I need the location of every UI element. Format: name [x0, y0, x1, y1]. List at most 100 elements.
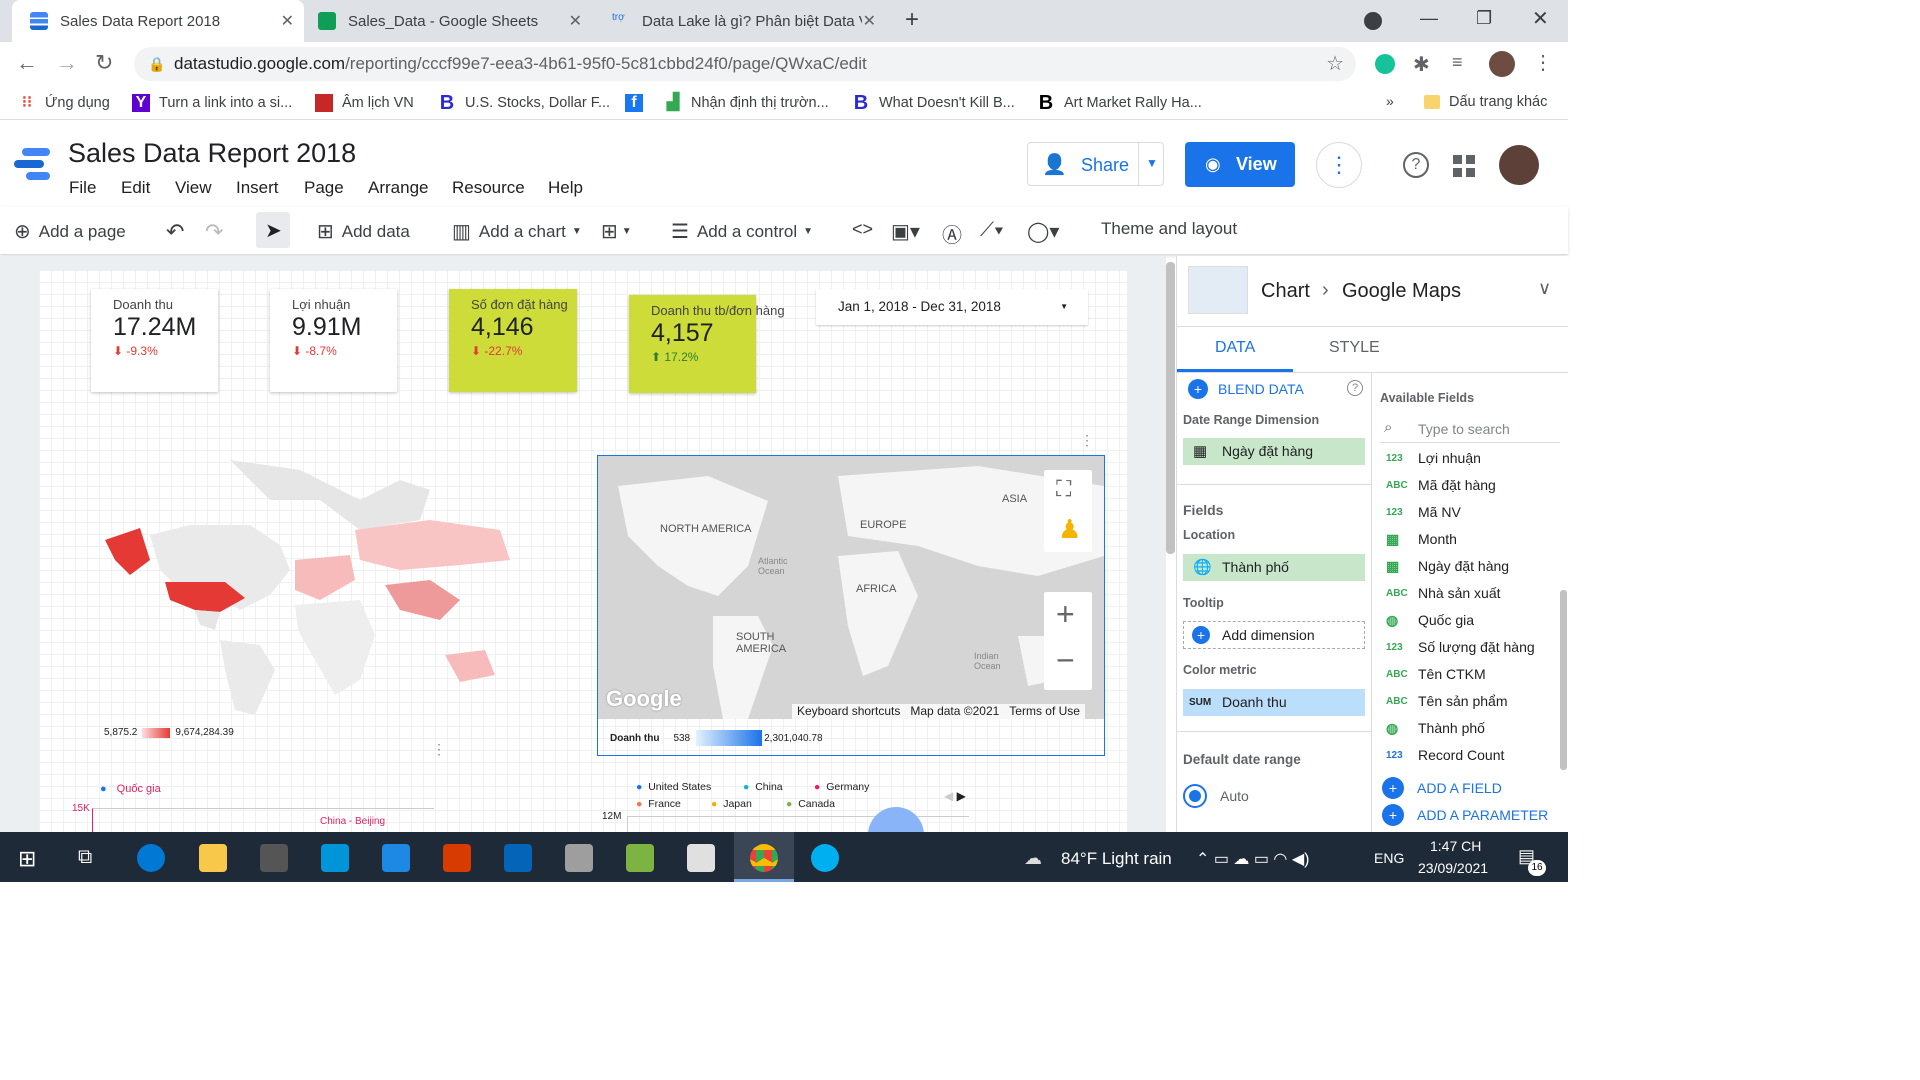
field-ma-nv[interactable]: 123 Mã NV: [1380, 499, 1555, 526]
field-ngay-dat-hang[interactable]: ▦ Ngày đặt hàng: [1380, 553, 1555, 580]
new-tab-icon[interactable]: +: [905, 6, 919, 34]
close-icon[interactable]: ✕: [863, 11, 876, 31]
field-list-scrollbar[interactable]: [1560, 590, 1567, 770]
tab-sales-report[interactable]: Sales Data Report 2018 ✕: [12, 0, 304, 42]
tab-search-icon[interactable]: [1364, 12, 1382, 30]
field-quoc-gia[interactable]: ◍ Quốc gia: [1380, 607, 1555, 634]
scorecard-orders[interactable]: Số đơn đặt hàng 4,146 ⬇ -22.7%: [449, 289, 577, 392]
menu-edit[interactable]: Edit: [121, 178, 150, 198]
embed-icon[interactable]: <>: [852, 219, 873, 240]
more-options-icon[interactable]: ⋮: [1316, 142, 1362, 188]
store-icon[interactable]: [260, 844, 288, 872]
help-icon[interactable]: ?: [1347, 380, 1363, 396]
reload-icon[interactable]: ↻: [95, 50, 113, 76]
color-metric-chip[interactable]: SUM Doanh thu: [1183, 689, 1365, 716]
legend-pager-icon[interactable]: ◀ ▶: [944, 789, 966, 803]
field-month[interactable]: ▦ Month: [1380, 526, 1555, 553]
location-chip[interactable]: 🌐 Thành phố: [1183, 554, 1365, 581]
field-ten-ctkm[interactable]: ABC Tên CTKM: [1380, 661, 1555, 688]
select-tool-button[interactable]: ➤: [256, 212, 290, 248]
menu-resource[interactable]: Resource: [452, 178, 525, 198]
auto-radio[interactable]: Auto: [1183, 784, 1249, 808]
scorecard-revenue[interactable]: Doanh thu 17.24M ⬇ -9.3%: [91, 289, 218, 392]
field-nha-san-xuat[interactable]: ABC Nhà sản xuất: [1380, 580, 1555, 607]
keyboard-shortcuts-link[interactable]: Keyboard shortcuts: [792, 704, 905, 719]
zoom-out-icon[interactable]: −: [1056, 642, 1075, 679]
media-icon[interactable]: ≡: [1452, 52, 1463, 73]
zoom-in-icon[interactable]: +: [1056, 596, 1075, 633]
profile-avatar[interactable]: [1489, 51, 1515, 77]
field-so-luong[interactable]: 123 Số lượng đặt hàng: [1380, 634, 1555, 661]
aggregation-label[interactable]: SUM: [1189, 689, 1211, 716]
minimize-icon[interactable]: —: [1420, 8, 1438, 29]
text-icon[interactable]: Ⓐ: [942, 219, 962, 248]
chrome-taskbar-button[interactable]: [734, 832, 794, 882]
field-loi-nhuan[interactable]: 123 Lợi nhuận: [1380, 445, 1555, 472]
field-ten-san-pham[interactable]: ABC Tên sản phẩm: [1380, 688, 1555, 715]
line-icon[interactable]: ⟋▾: [980, 219, 1004, 242]
add-page-button[interactable]: ⊕ Add a page: [14, 219, 126, 244]
more-bookmarks-icon[interactable]: »: [1386, 93, 1394, 109]
bookmark-item[interactable]: Y Turn a link into a si...: [132, 94, 292, 112]
field-search[interactable]: ⌕ Type to search: [1380, 416, 1560, 443]
field-thanh-pho[interactable]: ◍ Thành phố: [1380, 715, 1555, 742]
scorecard-profit[interactable]: Lợi nhuận 9.91M ⬇ -8.7%: [270, 289, 397, 392]
browser-menu-icon[interactable]: ⋮: [1533, 50, 1553, 75]
share-button[interactable]: 👤 Share ▼: [1027, 142, 1164, 186]
redo-icon[interactable]: ↷: [205, 219, 223, 245]
l-app-icon[interactable]: [321, 844, 349, 872]
grammarly-icon[interactable]: [1375, 54, 1395, 74]
pegman-icon[interactable]: ♟: [1058, 514, 1081, 545]
star-icon[interactable]: ☆: [1326, 47, 1344, 81]
field-ma-dat-hang[interactable]: ABC Mã đặt hàng: [1380, 472, 1555, 499]
restore-icon[interactable]: ❐: [1476, 8, 1492, 29]
windows-start-icon[interactable]: ⊞: [18, 846, 36, 872]
database-icon[interactable]: [565, 844, 593, 872]
bookmark-item[interactable]: f: [625, 94, 652, 112]
share-dropdown-icon[interactable]: ▼: [1146, 156, 1158, 170]
file-explorer-icon[interactable]: [199, 844, 227, 872]
clock-time[interactable]: 1:47 CH: [1430, 838, 1481, 854]
apps-icon[interactable]: [1453, 155, 1475, 177]
tool-icon[interactable]: [626, 844, 654, 872]
edge-icon[interactable]: [137, 844, 165, 872]
menu-arrange[interactable]: Arrange: [368, 178, 428, 198]
canvas-scrollbar[interactable]: [1166, 262, 1175, 554]
fullscreen-icon[interactable]: ⛶: [1056, 476, 1071, 502]
chart-menu-icon[interactable]: ⋮: [432, 741, 446, 758]
add-data-button[interactable]: ⊞ Add data: [317, 219, 410, 244]
shape-icon[interactable]: ◯▾: [1027, 219, 1059, 244]
undo-icon[interactable]: ↶: [166, 219, 184, 245]
panel-chart-type[interactable]: Google Maps: [1342, 280, 1461, 303]
outlook-icon[interactable]: [504, 844, 532, 872]
tab-google-sheets[interactable]: Sales_Data - Google Sheets ✕: [300, 0, 592, 42]
theme-layout-button[interactable]: Theme and layout: [1101, 219, 1237, 239]
close-icon[interactable]: ✕: [281, 11, 294, 31]
system-tray-icons[interactable]: ⌃ ▭ ☁ ▭ ◠ ◀): [1196, 849, 1309, 869]
app-icon[interactable]: [687, 844, 715, 872]
mail-icon[interactable]: [382, 844, 410, 872]
field-record-count[interactable]: 123 Record Count: [1380, 742, 1555, 769]
bookmark-item[interactable]: Âm lịch VN: [315, 94, 414, 112]
menu-file[interactable]: File: [69, 178, 96, 198]
bookmark-item[interactable]: ▟ Nhận định thị trườn...: [664, 94, 829, 112]
add-parameter-button[interactable]: + ADD A PARAMETER: [1382, 804, 1548, 826]
geo-chart[interactable]: [100, 460, 512, 715]
add-field-button[interactable]: + ADD A FIELD: [1382, 777, 1502, 799]
date-range-dimension-chip[interactable]: ▦ Ngày đặt hàng: [1183, 438, 1365, 465]
view-button[interactable]: ◉ View: [1185, 142, 1295, 187]
url-field[interactable]: 🔒 datastudio.google.com/reporting/cccf99…: [134, 47, 1356, 81]
google-maps-chart[interactable]: NORTH AMERICA EUROPE ASIA AFRICA SOUTH A…: [597, 455, 1105, 756]
window-close-icon[interactable]: ✕: [1532, 6, 1549, 31]
tab-data-lake[interactable]: trợ Data Lake là gì? Phân biệt Data V ✕: [594, 0, 886, 42]
menu-insert[interactable]: Insert: [236, 178, 279, 198]
map-area[interactable]: NORTH AMERICA EUROPE ASIA AFRICA SOUTH A…: [598, 456, 1104, 719]
tab-data[interactable]: DATA: [1215, 339, 1255, 357]
clock-date[interactable]: 23/09/2021: [1418, 860, 1488, 876]
bookmark-item[interactable]: B What Doesn't Kill B...: [852, 93, 1015, 113]
close-icon[interactable]: ✕: [569, 11, 582, 31]
add-dimension-button[interactable]: + Add dimension: [1183, 621, 1365, 649]
forward-icon[interactable]: →: [56, 50, 78, 76]
skype-icon[interactable]: [811, 844, 839, 872]
bookmark-item[interactable]: B U.S. Stocks, Dollar F...: [438, 93, 610, 113]
